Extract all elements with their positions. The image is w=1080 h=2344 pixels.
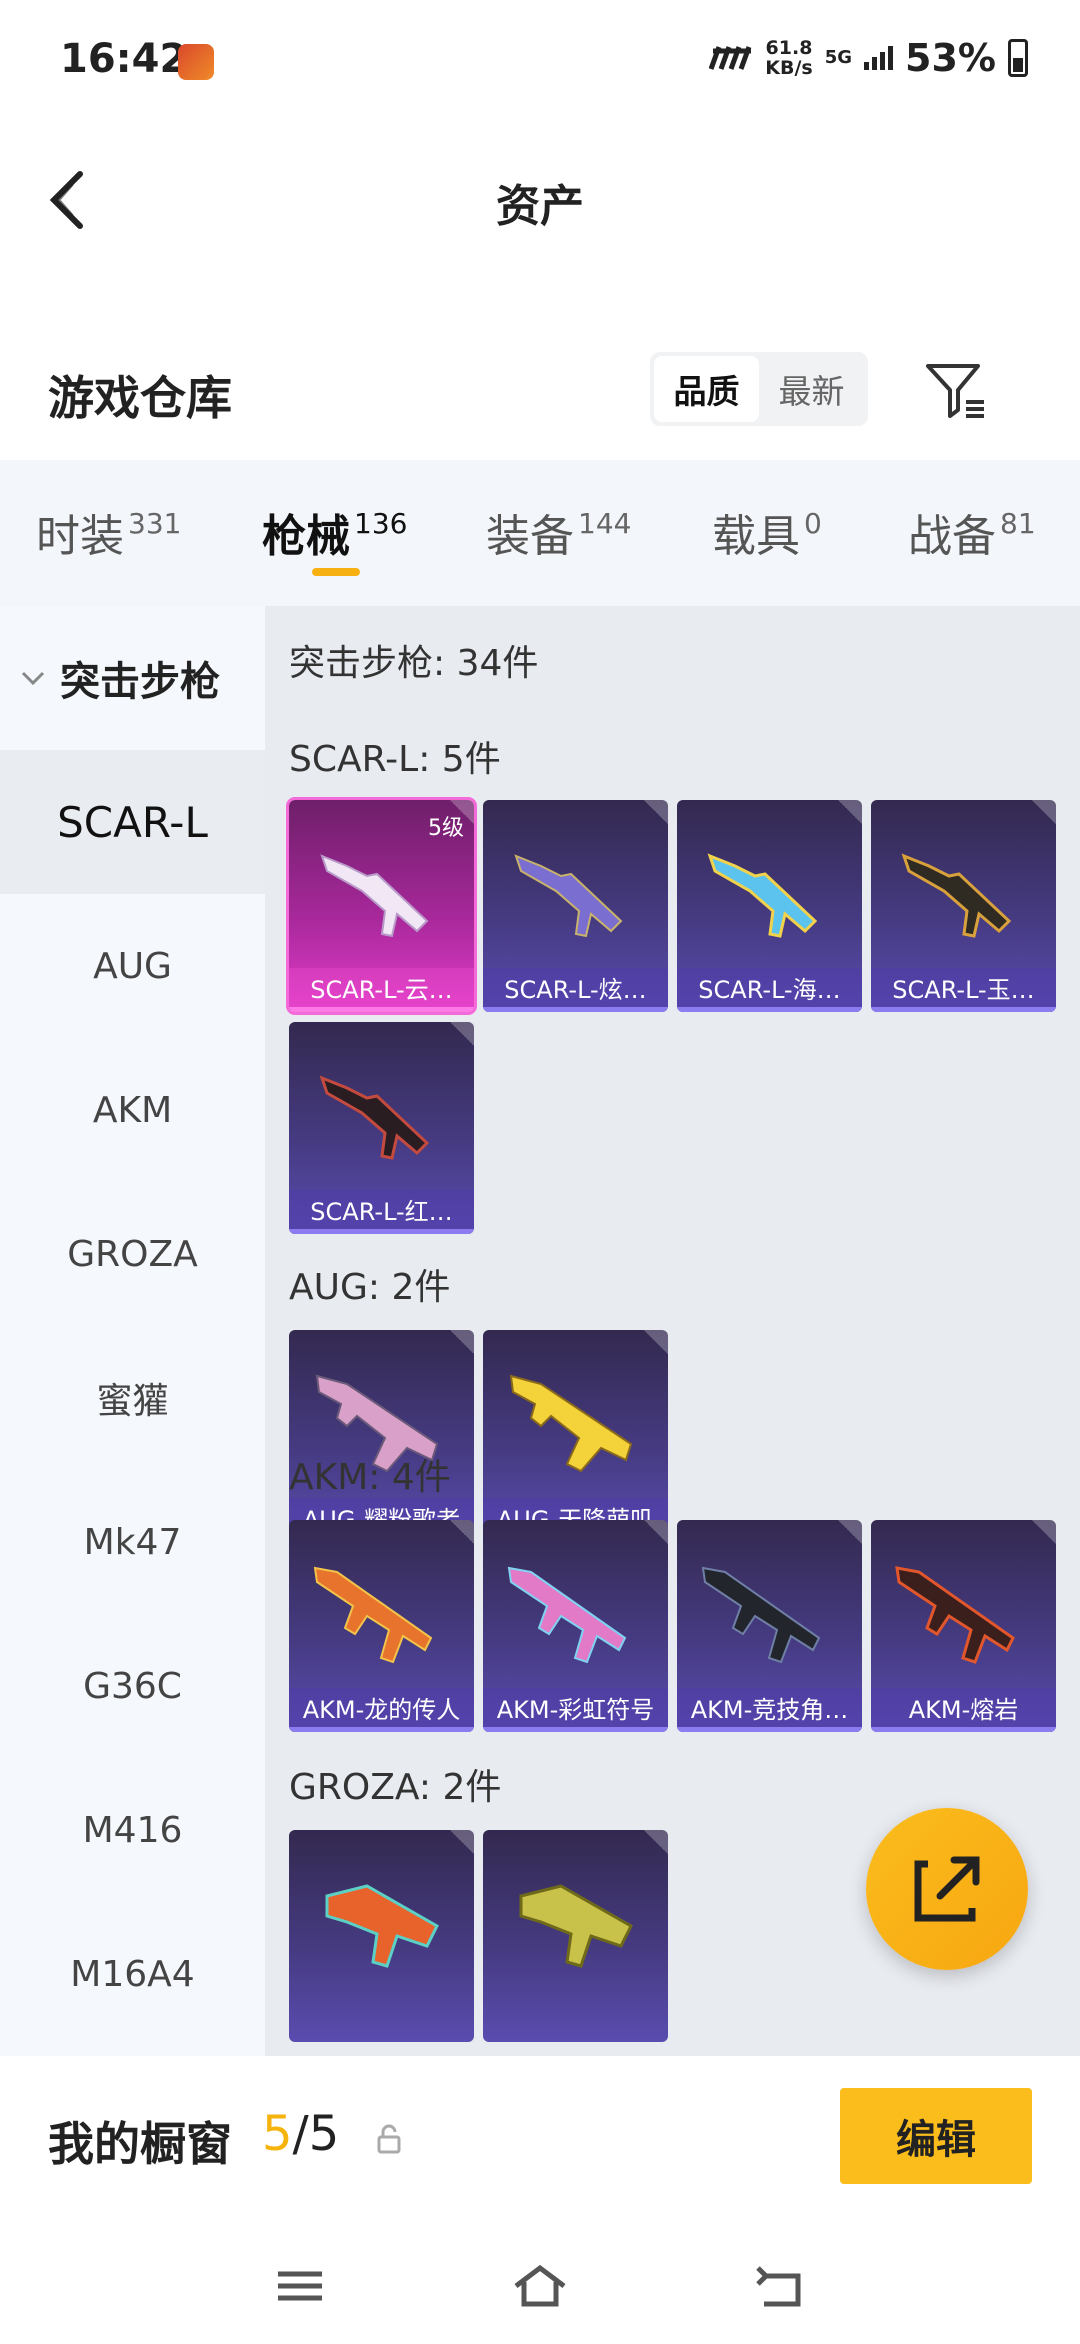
showcase-title: 我的橱窗 [48,2117,232,2171]
sidebar-item-groza[interactable]: GROZA [0,1182,265,1326]
filter-icon [926,364,984,418]
sidebar-item-aug[interactable]: AUG [0,894,265,1038]
home-icon[interactable] [512,2262,568,2310]
weapon-card[interactable]: AKM-龙的传人 [289,1520,474,1732]
weapon-image [319,1075,430,1160]
weapon-image [701,1566,821,1664]
weapon-image [507,1566,627,1664]
system-nav-bar [0,2216,1080,2344]
tab-vehicles[interactable]: 载具 0 [712,500,822,564]
sort-toggle: 品质 最新 [650,352,868,426]
share-external-icon [914,1856,980,1922]
weapon-card[interactable]: SCAR-L-玉… [871,800,1056,1012]
share-button[interactable] [866,1808,1028,1970]
status-time: 16:42 [60,36,188,82]
sidebar-item-mk47[interactable]: Mk47 [0,1470,265,1614]
section-title-scar-l: SCAR-L: 5件 [289,739,501,780]
sidebar-item-g36c[interactable]: G36C [0,1614,265,1758]
battery-icon [1008,39,1028,77]
section-title-akm: AKM: 4件 [289,1457,451,1498]
showcase-bar: 我的橱窗 5/5 编辑 [0,2056,1080,2216]
weapon-name: SCAR-L-红… [289,1190,474,1234]
weapon-name: SCAR-L-玉… [871,968,1056,1012]
signal-logo-icon [709,46,752,70]
weapon-image [320,854,429,938]
weapon-card[interactable]: SCAR-L-海… [677,800,862,1012]
status-bar: 16:42 61.8 KB/s 5G 53% [0,0,1080,120]
warehouse-header: 游戏仓库 品质 最新 [0,340,1080,460]
weapon-name: AKM-竞技角… [677,1688,862,1732]
weapon-card[interactable]: AKM-熔岩 [871,1520,1056,1732]
sidebar-item-m416[interactable]: M416 [0,1758,265,1902]
lock-icon [377,2124,401,2154]
weapon-image [313,1566,433,1664]
signal-bars-icon [864,46,894,70]
tab-firearms[interactable]: 枪械 136 [262,500,407,564]
menu-icon[interactable] [272,2262,328,2310]
sort-option-latest[interactable]: 最新 [759,356,864,422]
weapon-image [325,1884,439,1968]
weapon-name: SCAR-L-海… [677,968,862,1012]
weapon-card[interactable] [289,1830,474,2042]
weapon-card[interactable]: AKM-彩虹符号 [483,1520,668,1732]
sidebar-item-honey-badger[interactable]: 蜜獾 [0,1326,265,1470]
sidebar-category[interactable]: 突击步枪 [0,606,265,750]
weapon-name: AKM-熔岩 [871,1688,1056,1732]
weapon-image [895,1566,1015,1664]
weapon-card[interactable]: SCAR-L-炫… [483,800,668,1012]
active-tab-indicator [312,568,360,576]
weapon-name: AKM-龙的传人 [289,1688,474,1732]
weapon-card[interactable]: 5级 SCAR-L-云… [286,797,477,1015]
game-app-icon [178,44,214,80]
weapon-image [901,853,1012,938]
weapon-card[interactable] [483,1830,668,2042]
edit-button[interactable]: 编辑 [840,2088,1032,2184]
battery-percent: 53% [905,36,996,80]
showcase-count: 5/5 [262,2106,340,2162]
summary-count: 突击步枪: 34件 [289,643,539,684]
section-title-groza: GROZA: 2件 [289,1767,502,1808]
filter-button[interactable] [922,358,988,424]
warehouse-title: 游戏仓库 [48,371,232,425]
weapon-image [509,1374,633,1473]
network-type: 5G [824,47,853,68]
nav-bar: 资产 [0,130,1080,270]
sort-option-quality[interactable]: 品质 [654,356,759,422]
net-speed: 61.8 KB/s [765,37,813,79]
return-icon[interactable] [752,2262,808,2310]
sidebar-item-m16a4[interactable]: M16A4 [0,1902,265,2046]
sidebar-item-akm[interactable]: AKM [0,1038,265,1182]
weapon-card[interactable]: AKM-竞技角… [677,1520,862,1732]
weapon-card[interactable]: AUG-耀粉歌者 [289,1330,474,1542]
chevron-down-icon [21,671,45,686]
category-tabs: 时装 331 枪械 136 装备 144 载具 0 战备 81 [0,460,1080,606]
weapon-sidebar: 突击步枪 SCAR-L AUG AKM GROZA 蜜獾 Mk47 G36C M… [0,606,265,2056]
sidebar-item-scar-l[interactable]: SCAR-L [0,750,265,894]
weapon-image [514,854,623,938]
weapon-image [707,853,818,938]
section-title-aug: AUG: 2件 [289,1267,451,1308]
weapon-name: SCAR-L-炫… [483,968,668,1012]
weapon-name: AKM-彩虹符号 [483,1688,668,1732]
weapon-image [519,1884,633,1968]
tab-combat-gear[interactable]: 战备 81 [908,500,1036,564]
weapon-card[interactable]: AUG-天降萌叽 [483,1330,668,1542]
weapon-card[interactable]: SCAR-L-红… [289,1022,474,1234]
tab-equipment[interactable]: 装备 144 [486,500,631,564]
page-title: 资产 [496,181,584,232]
weapon-name: SCAR-L-云… [289,968,474,1012]
tab-fashion[interactable]: 时装 331 [36,500,181,564]
